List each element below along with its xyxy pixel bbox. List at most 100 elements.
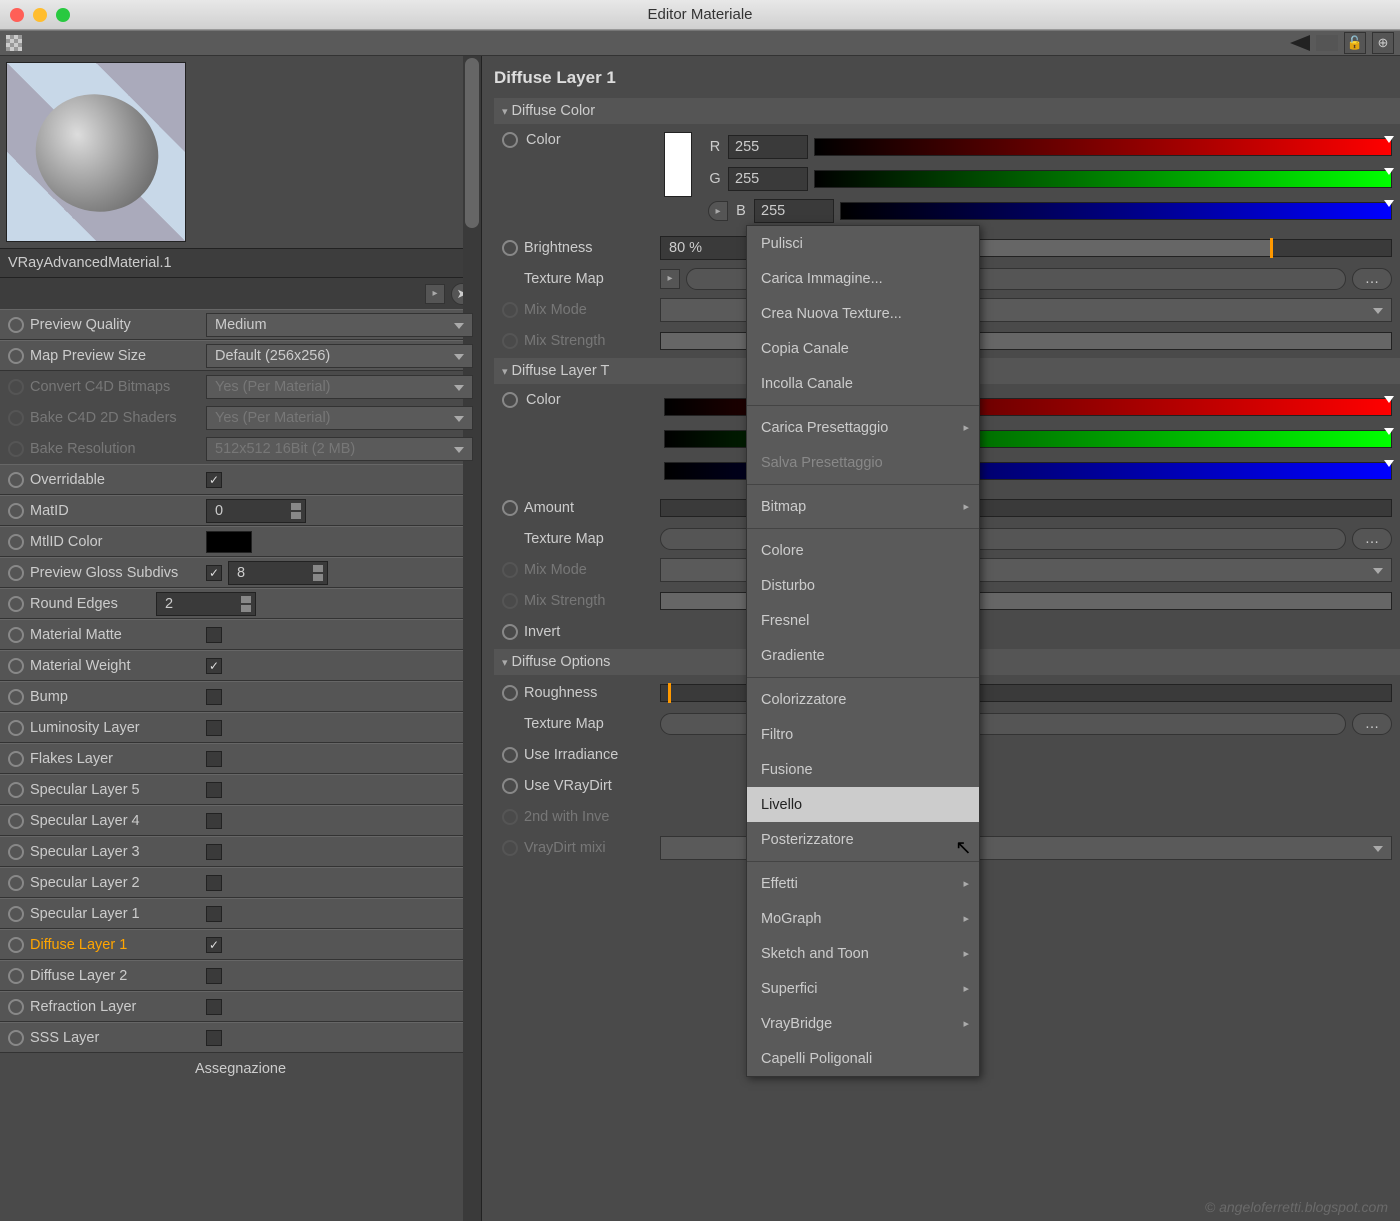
menu-item[interactable]: Disturbo xyxy=(747,568,979,603)
radio-icon[interactable] xyxy=(8,937,24,953)
radio-icon[interactable] xyxy=(8,813,24,829)
preview-gloss-checkbox[interactable] xyxy=(206,565,222,581)
channel-label[interactable]: Diffuse Layer 1 xyxy=(30,937,200,953)
radio-icon[interactable] xyxy=(502,685,518,701)
radio-icon[interactable] xyxy=(8,751,24,767)
name-menu-button[interactable] xyxy=(425,284,445,304)
radio-icon[interactable] xyxy=(8,720,24,736)
radio-icon[interactable] xyxy=(8,534,24,550)
menu-item[interactable]: Superfici xyxy=(747,971,979,1006)
channel-checkbox[interactable] xyxy=(206,968,222,984)
channel-label[interactable]: Material Weight xyxy=(30,658,200,674)
texture-menu-button[interactable] xyxy=(660,269,680,289)
radio-icon[interactable] xyxy=(8,844,24,860)
radio-icon[interactable] xyxy=(502,240,518,256)
texture-browse-button[interactable]: … xyxy=(1352,268,1392,290)
menu-item[interactable]: Copia Canale xyxy=(747,331,979,366)
menu-item[interactable]: Effetti xyxy=(747,866,979,901)
channel-label[interactable]: Bump xyxy=(30,689,200,705)
radio-icon[interactable] xyxy=(8,348,24,364)
r-input[interactable]: 255 xyxy=(728,135,808,159)
menu-item[interactable]: Fusione xyxy=(747,752,979,787)
preview-gloss-input[interactable]: 8 xyxy=(228,561,328,585)
texture-browse-button[interactable]: … xyxy=(1352,528,1392,550)
menu-item[interactable]: Livello xyxy=(747,787,979,822)
channel-label[interactable]: Diffuse Layer 2 xyxy=(30,968,200,984)
channel-label[interactable]: Specular Layer 4 xyxy=(30,813,200,829)
menu-item[interactable]: Sketch and Toon xyxy=(747,936,979,971)
channel-checkbox[interactable] xyxy=(206,813,222,829)
radio-icon[interactable] xyxy=(8,596,24,612)
menu-item[interactable]: Colorizzatore xyxy=(747,682,979,717)
channel-checkbox[interactable] xyxy=(206,1030,222,1046)
radio-icon[interactable] xyxy=(8,1030,24,1046)
menu-item[interactable]: Bitmap xyxy=(747,489,979,524)
menu-item[interactable]: Carica Immagine... xyxy=(747,261,979,296)
b-input[interactable]: 255 xyxy=(754,199,834,223)
mtlid-color-swatch[interactable] xyxy=(206,531,252,553)
lock-icon[interactable]: 🔓 xyxy=(1344,32,1366,54)
radio-icon[interactable] xyxy=(502,778,518,794)
radio-icon[interactable] xyxy=(502,500,518,516)
radio-icon[interactable] xyxy=(8,689,24,705)
menu-item[interactable]: Colore xyxy=(747,533,979,568)
channel-label[interactable]: Specular Layer 2 xyxy=(30,875,200,891)
menu-item[interactable]: Gradiente xyxy=(747,638,979,673)
channel-checkbox[interactable] xyxy=(206,844,222,860)
radio-icon[interactable] xyxy=(502,392,518,408)
texture-context-menu[interactable]: PulisciCarica Immagine...Crea Nuova Text… xyxy=(746,225,980,1077)
menu-item[interactable]: Pulisci xyxy=(747,226,979,261)
r-slider[interactable] xyxy=(814,138,1392,156)
channel-checkbox[interactable] xyxy=(206,782,222,798)
channel-label[interactable]: Material Matte xyxy=(30,627,200,643)
menu-item[interactable]: Posterizzatore xyxy=(747,822,979,857)
channel-checkbox[interactable] xyxy=(206,627,222,643)
channel-label[interactable]: Specular Layer 5 xyxy=(30,782,200,798)
add-icon[interactable]: ⊕ xyxy=(1372,32,1394,54)
menu-item[interactable]: Capelli Poligonali xyxy=(747,1041,979,1076)
color-mode-button[interactable] xyxy=(708,201,728,221)
color-swatch[interactable] xyxy=(664,132,692,197)
radio-icon[interactable] xyxy=(8,968,24,984)
channel-checkbox[interactable] xyxy=(206,689,222,705)
menu-item[interactable]: Crea Nuova Texture... xyxy=(747,296,979,331)
channel-label[interactable]: Flakes Layer xyxy=(30,751,200,767)
channel-checkbox[interactable] xyxy=(206,751,222,767)
radio-icon[interactable] xyxy=(8,875,24,891)
channel-checkbox[interactable] xyxy=(206,999,222,1015)
radio-icon[interactable] xyxy=(8,317,24,333)
back-arrow-icon[interactable] xyxy=(1290,35,1310,51)
radio-icon[interactable] xyxy=(502,747,518,763)
channel-checkbox[interactable] xyxy=(206,937,222,953)
radio-icon[interactable] xyxy=(8,627,24,643)
menu-item[interactable]: MoGraph xyxy=(747,901,979,936)
menu-item[interactable]: Carica Presettaggio xyxy=(747,410,979,445)
radio-icon[interactable] xyxy=(8,658,24,674)
material-name[interactable]: VRayAdvancedMaterial.1 xyxy=(0,248,481,278)
channel-checkbox[interactable] xyxy=(206,875,222,891)
left-scrollbar[interactable] xyxy=(463,56,481,1221)
channel-checkbox[interactable] xyxy=(206,906,222,922)
radio-icon[interactable] xyxy=(8,906,24,922)
channel-label[interactable]: Luminosity Layer xyxy=(30,720,200,736)
radio-icon[interactable] xyxy=(8,503,24,519)
g-input[interactable]: 255 xyxy=(728,167,808,191)
menu-item[interactable]: Filtro xyxy=(747,717,979,752)
texture-icon[interactable] xyxy=(6,35,22,51)
g-slider[interactable] xyxy=(814,170,1392,188)
menu-item[interactable]: Fresnel xyxy=(747,603,979,638)
radio-icon[interactable] xyxy=(502,132,518,148)
radio-icon[interactable] xyxy=(8,999,24,1015)
channel-label[interactable]: SSS Layer xyxy=(30,1030,200,1046)
radio-icon[interactable] xyxy=(8,472,24,488)
matid-input[interactable]: 0 xyxy=(206,499,306,523)
material-preview[interactable] xyxy=(6,62,186,242)
channel-label[interactable]: Specular Layer 3 xyxy=(30,844,200,860)
channel-checkbox[interactable] xyxy=(206,658,222,674)
radio-icon[interactable] xyxy=(502,624,518,640)
map-preview-size-select[interactable]: Default (256x256) xyxy=(206,344,473,368)
preview-quality-select[interactable]: Medium xyxy=(206,313,473,337)
menu-item[interactable]: VrayBridge xyxy=(747,1006,979,1041)
texture-browse-button[interactable]: … xyxy=(1352,713,1392,735)
channel-label[interactable]: Refraction Layer xyxy=(30,999,200,1015)
